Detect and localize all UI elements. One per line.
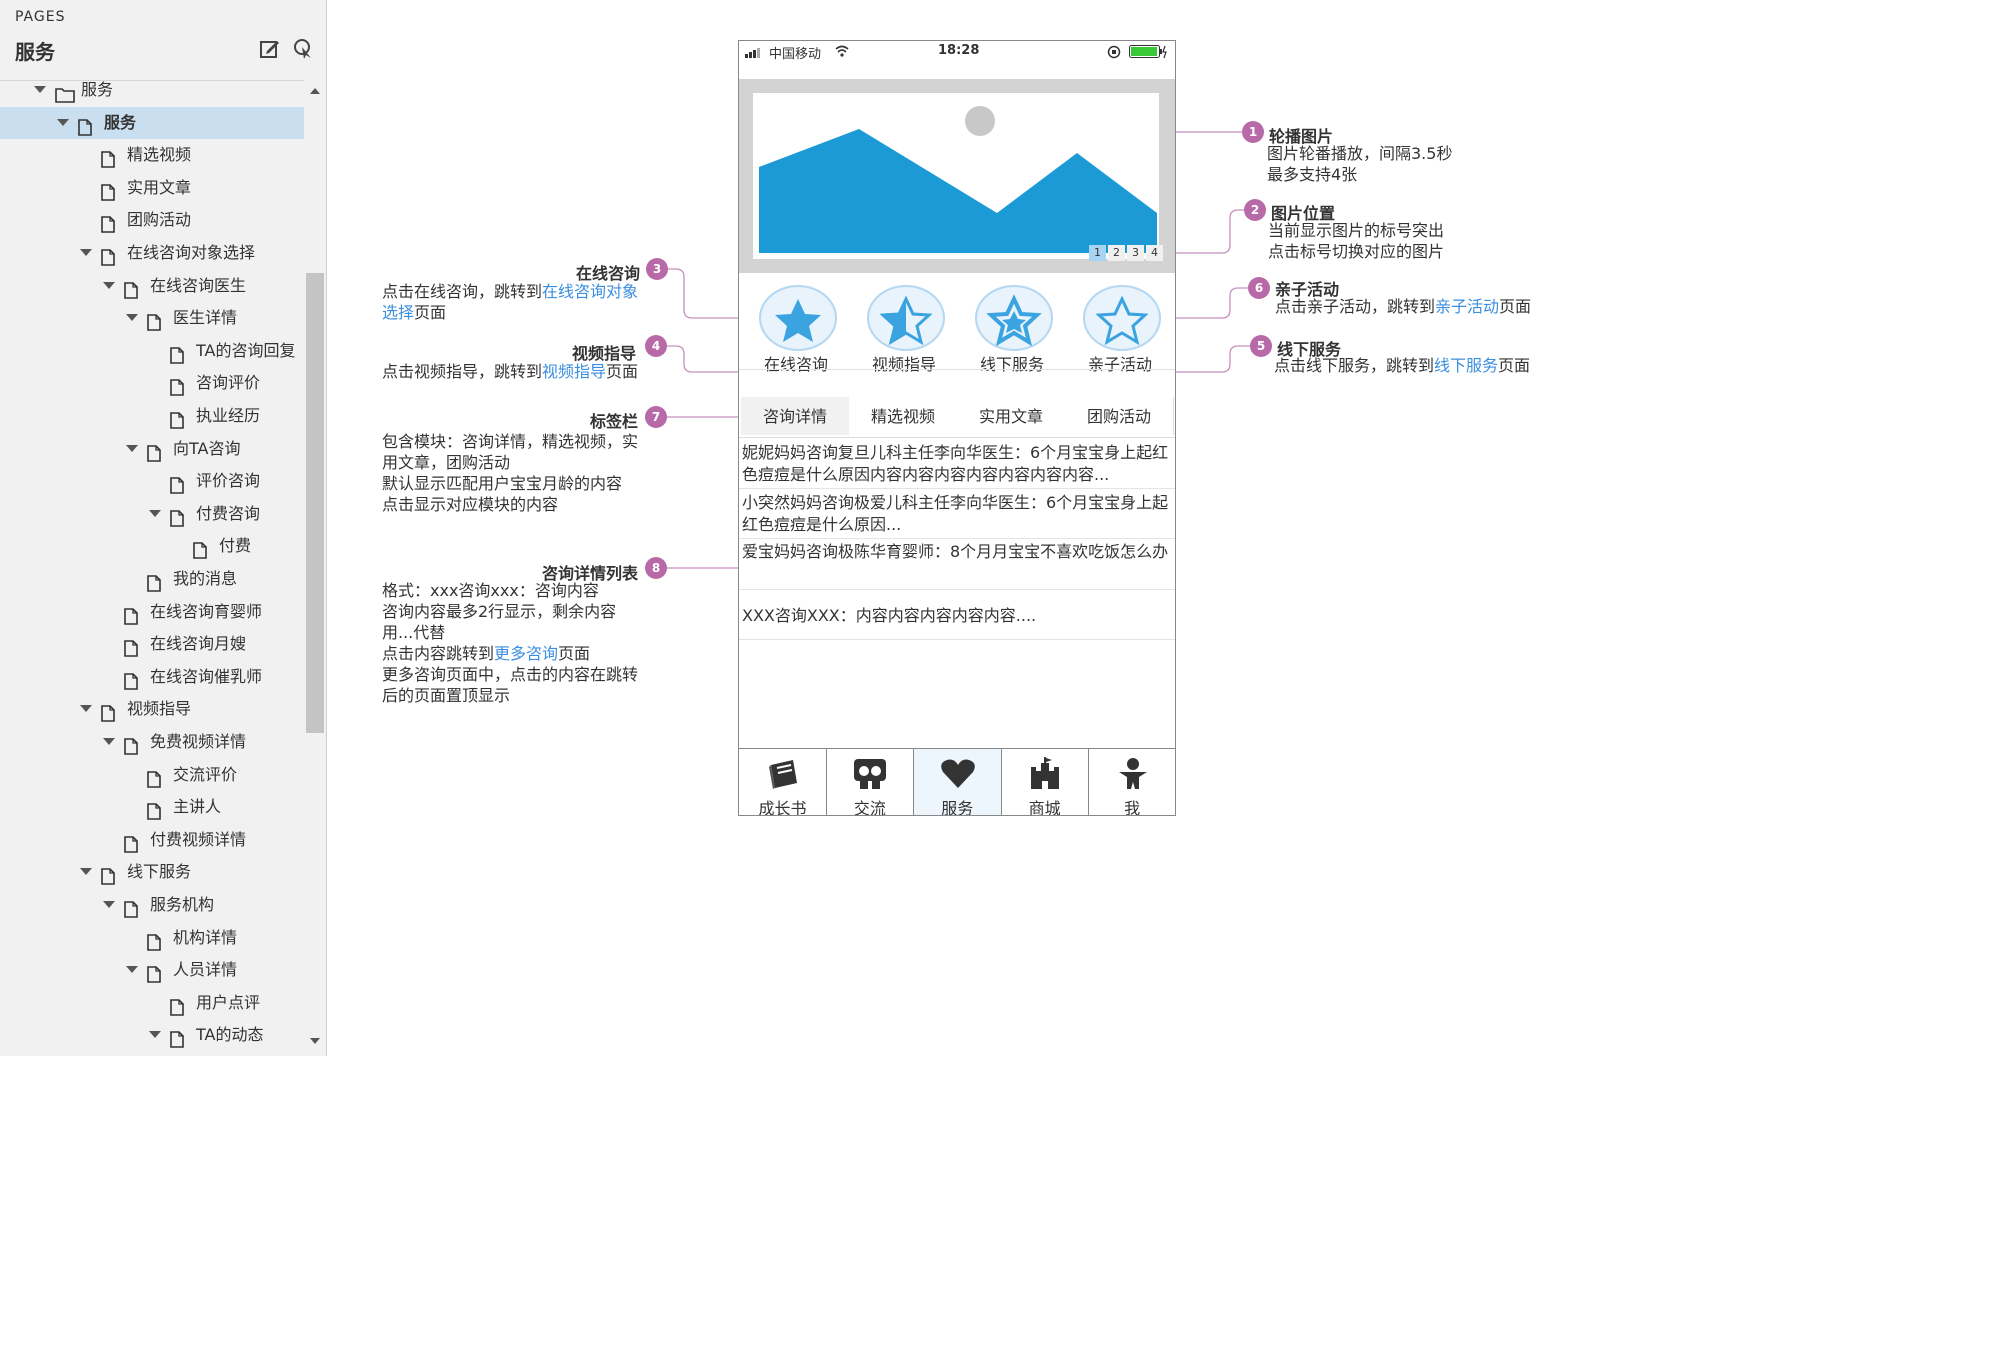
link-more-consult[interactable]: 更多咨询 [494,644,558,663]
shortcut-circle [759,285,837,351]
annotation-text: 页面 [1499,297,1532,316]
annotation-line: 更多咨询页面中，点击的内容在跳转 [382,665,639,684]
consult-item[interactable]: 小突然妈妈咨询极爱儿科主任李向华医生：6个月宝宝身上起红色痘痘是什么原因... [742,492,1170,536]
link-qinzi-huodong[interactable]: 亲子活动 [1435,297,1499,316]
bottom-tab[interactable]: 成长书 [739,749,827,816]
annotation-badge-7: 7 [645,406,667,428]
link-online-consult-target-cont[interactable]: 选择 [382,303,414,322]
annotation-line: 咨询内容最多2行显示，剩余内容 [382,602,617,621]
annotation-text: 页面 [558,644,591,663]
annotation-line: 图片轮番播放，间隔3.5秒 [1267,144,1453,163]
bottom-tab-label: 成长书 [758,799,807,816]
rotation-lock-icon [1107,45,1121,59]
bottom-tab[interactable]: 交流 [826,749,915,816]
shortcut-circle [975,285,1053,351]
annotation-body-5: 点击线下服务，跳转到线下服务页面 [1274,355,1530,376]
shortcut-label: 在线咨询 [763,355,828,374]
half-star-icon [879,295,933,346]
content-tab[interactable]: 实用文章 [957,397,1066,435]
annotation-line: 包含模块：咨询详情，精选视频，实 [382,432,639,451]
annotation-text: 页面 [606,362,639,381]
content-tab[interactable]: 精选视频 [849,397,958,435]
bottom-tab-label: 服务 [941,799,974,816]
carousel-dot[interactable]: 2 [1108,245,1125,261]
bottom-tab-label: 我 [1124,799,1141,816]
shortcut-circle [867,285,945,351]
bottom-tab-bar: 成长书 交流 服务 商城 我 [739,748,1175,816]
annotation-badge-4: 4 [645,335,667,357]
consult-item[interactable]: 爱宝妈妈咨询极陈华育婴师：8个月月宝宝不喜欢吃饭怎么办 [742,541,1170,563]
annotation-badge-5: 5 [1250,335,1272,357]
annotation-line: 后的页面置顶显示 [382,686,511,705]
bottom-tab-label: 商城 [1028,799,1061,816]
list-divider [739,488,1175,489]
annotation-text: 点击在线咨询，跳转到 [382,282,543,301]
list-divider [739,589,1175,590]
list-divider [739,538,1175,539]
annotation-text: 页面 [414,303,447,322]
annotation-text: 点击线下服务，跳转到 [1274,356,1435,375]
annotation-badge-1: 1 [1242,121,1264,143]
annotation-body-2: 当前显示图片的标号突出 点击标号切换对应的图片 [1268,220,1444,262]
clock-time: 18:28 [938,43,980,58]
annotation-line: 用...代替 [382,623,446,642]
carousel-banner[interactable] [739,79,1175,273]
bottom-tab[interactable]: 我 [1089,749,1175,816]
annotation-line: 点击显示对应模块的内容 [382,495,559,514]
shortcut-label: 线下服务 [979,355,1044,374]
annotation-body-6: 点击亲子活动，跳转到亲子活动页面 [1275,296,1531,317]
shortcut-label: 亲子活动 [1087,355,1152,374]
content-tab[interactable]: 咨询详情 [741,397,850,435]
annotation-badge-3: 3 [646,258,668,280]
annotation-line: 当前显示图片的标号突出 [1268,221,1445,240]
tab-underline [739,437,1175,438]
bottom-tab[interactable]: 商城 [1001,749,1090,816]
divider [739,369,1175,370]
annotation-body-1: 图片轮番播放，间隔3.5秒 最多支持4张 [1267,143,1452,185]
annotation-line: 默认显示匹配用户宝宝月龄的内容 [382,474,623,493]
carousel-dot[interactable]: 3 [1127,245,1144,261]
annotation-line: 格式：xxx咨询xxx：咨询内容 [382,581,599,600]
annotation-badge-8: 8 [645,557,667,579]
signal-icon [745,48,760,58]
bottom-tab-label: 交流 [853,799,886,816]
annotation-text: 点击视频指导，跳转到 [382,362,543,381]
annotation-body-7: 包含模块：咨询详情，精选视频，实 用文章，团购活动 默认显示匹配用户宝宝月龄的内… [382,431,638,515]
phone-mockup: 中国移动 18:28 1234 在线咨询 视频指导 线下服务 亲子活动 咨询详情 精选视… [738,40,1176,816]
annotation-text: 页面 [1498,356,1531,375]
link-xianxia-fuwu[interactable]: 线下服务 [1434,356,1498,375]
mountain-image-icon [759,106,1157,253]
annotation-badge-6: 6 [1248,277,1270,299]
consult-item[interactable]: 妮妮妈妈咨询复旦儿科主任李向华医生：6个月宝宝身上起红色痘痘是什么原因内容内容内… [742,442,1170,486]
content-tab[interactable]: 团购活动 [1065,397,1174,435]
annotation-badge-2: 2 [1244,199,1266,221]
link-video-guide[interactable]: 视频指导 [542,362,606,381]
annotation-title-7: 标签栏 [589,412,638,431]
annotation-text: 点击亲子活动，跳转到 [1275,297,1436,316]
wifi-icon [835,45,849,57]
consult-item[interactable]: XXX咨询XXX：内容内容内容内容内容.... [742,605,1170,627]
annotation-body-3: 点击在线咨询，跳转到在线咨询对象选择页面 [382,281,662,323]
shortcut-circle [1083,285,1161,351]
carousel-dot[interactable]: 4 [1146,245,1163,261]
annotation-line: 最多支持4张 [1267,165,1358,184]
star-icon [775,299,821,342]
link-online-consult-target[interactable]: 在线咨询对象 [542,282,638,301]
status-bar: 中国移动 18:28 [739,41,1175,63]
carousel-dot[interactable]: 1 [1089,245,1106,261]
bottom-tab[interactable]: 服务 [913,749,1002,816]
carrier-label: 中国移动 [769,47,822,62]
annotation-body-8: 格式：xxx咨询xxx：咨询内容 咨询内容最多2行显示，剩余内容 用...代替 … [382,580,638,706]
battery-icon [1129,45,1167,59]
list-divider [739,639,1175,640]
star-hollow-icon [1095,295,1149,346]
carousel-image-placeholder [753,93,1159,259]
star-outline-icon [986,294,1042,347]
annotation-body-4: 点击视频指导，跳转到视频指导页面 [382,361,638,382]
annotation-line: 点击标号切换对应的图片 [1268,242,1445,261]
annotation-text: 点击内容跳转到 [382,644,495,663]
shortcut-label: 视频指导 [871,355,936,374]
annotation-line: 用文章，团购活动 [382,453,511,472]
